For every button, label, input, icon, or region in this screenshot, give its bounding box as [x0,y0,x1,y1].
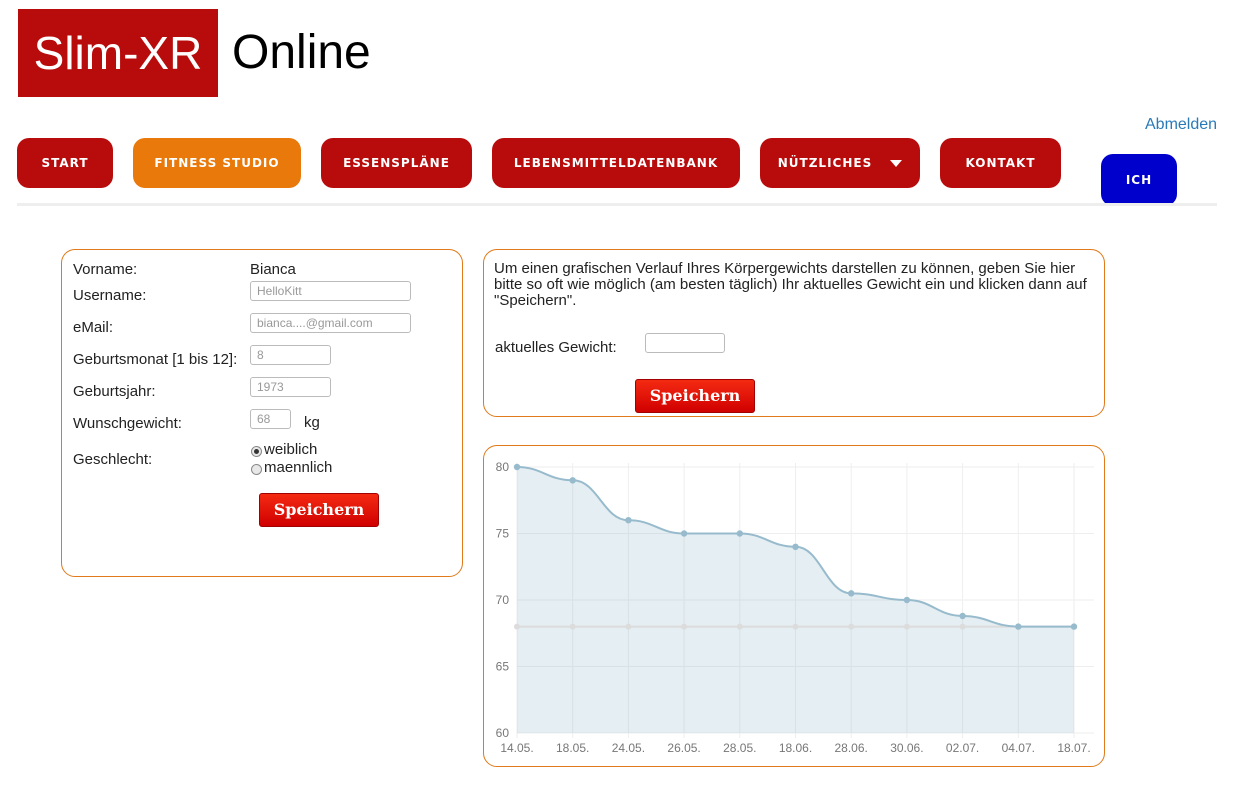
data-point [514,623,520,630]
nav-lebensmitteldatenbank[interactable]: LEBENSMITTELDATENBANK [492,138,740,188]
current-weight-field[interactable] [645,333,725,353]
x-tick-label: 02.07. [946,741,979,755]
logo-box: Slim-XR [18,9,218,97]
save-weight-button[interactable]: Speichern [635,379,755,413]
data-point [736,623,743,630]
logo-text: Online [232,26,371,79]
birthmonth-label: Geburtsmonat [1 bis 12]: [73,351,238,368]
username-field[interactable]: HelloKitt [250,281,411,301]
nav-essensplaene-label: ESSENSPLÄNE [343,156,450,170]
nav-fitness-studio-label: FITNESS STUDIO [154,156,280,170]
weight-chart: 60 65 70 75 80 14.05. 18.05. 24.05. 26.05. 28.05.… [496,460,1094,755]
logout-link[interactable]: Abmelden [1145,116,1217,134]
nav-fitness-studio[interactable]: FITNESS STUDIO [133,138,301,188]
x-tick-label: 04.07. [1002,741,1035,755]
nav-kontakt[interactable]: KONTAKT [940,138,1061,188]
data-point [903,596,911,604]
data-point [792,623,799,630]
targetweight-field[interactable]: 68 [250,409,291,429]
save-profile-button[interactable]: Speichern [259,493,379,527]
data-point [736,530,743,537]
x-tick-label: 18.06. [779,741,812,755]
x-tick-label: 26.05. [667,741,700,755]
targetweight-label: Wunschgewicht: [73,415,182,432]
gender-male-radio[interactable] [251,464,262,475]
chevron-down-icon [890,159,903,167]
y-tick-label: 80 [496,460,510,474]
x-tick-label: 30.06. [890,741,923,755]
current-weight-label: aktuelles Gewicht: [495,339,617,356]
x-tick-label: 24.05. [612,741,645,755]
gender-label: Geschlecht: [73,451,153,468]
nav-essensplaene[interactable]: ESSENSPLÄNE [321,138,472,188]
birthyear-field[interactable]: 1973 [250,377,331,397]
data-point [569,477,576,484]
y-tick-label: 60 [496,726,510,740]
gender-male-label: maennlich [264,459,333,476]
nav-start-label: START [41,156,89,170]
x-tick-label: 18.07. [1057,741,1090,755]
data-point [792,543,799,550]
firstname-value: Bianca [250,261,296,278]
nav-ich[interactable]: ICH [1101,154,1177,206]
nav-divider [17,203,1217,206]
x-tick-label: 18.05. [556,741,589,755]
nav-nuetzliches[interactable]: NÜTZLICHES [760,138,920,188]
nav-nuetzliches-label: NÜTZLICHES [777,156,873,170]
weight-instructions: Um einen grafischen Verlauf Ihres Körper… [494,260,1087,309]
birthmonth-field[interactable]: 8 [250,345,331,365]
data-point [569,623,576,630]
data-point [848,623,855,630]
data-point [681,623,688,630]
data-point [625,517,632,524]
data-point [1070,623,1078,630]
gender-female-label: weiblich [264,441,318,458]
x-tick-label: 28.05. [723,741,756,755]
x-tick-label: 14.05. [500,741,533,755]
email-field[interactable]: bianca....@gmail.com [250,313,411,333]
data-point [959,623,966,630]
targetweight-unit: kg [304,414,320,431]
gender-female-radio[interactable] [251,446,262,457]
nav-kontakt-label: KONTAKT [965,156,1036,170]
email-label: eMail: [73,319,114,336]
data-point [680,530,688,537]
y-tick-label: 65 [496,660,510,674]
birthyear-label: Geburtsjahr: [73,383,156,400]
nav-lebensmitteldatenbank-label: LEBENSMITTELDATENBANK [513,156,719,170]
data-point [848,590,855,597]
y-tick-label: 75 [496,527,510,541]
nav-start[interactable]: START [17,138,113,188]
username-label: Username: [73,287,147,304]
data-point [625,623,632,630]
x-tick-label: 28.06. [835,741,868,755]
data-point [513,463,521,471]
data-point [959,612,966,620]
nav-ich-label: ICH [1125,173,1153,187]
y-tick-label: 70 [496,593,510,607]
data-point [903,623,910,630]
data-point [1015,623,1022,630]
firstname-label: Vorname: [73,261,138,278]
